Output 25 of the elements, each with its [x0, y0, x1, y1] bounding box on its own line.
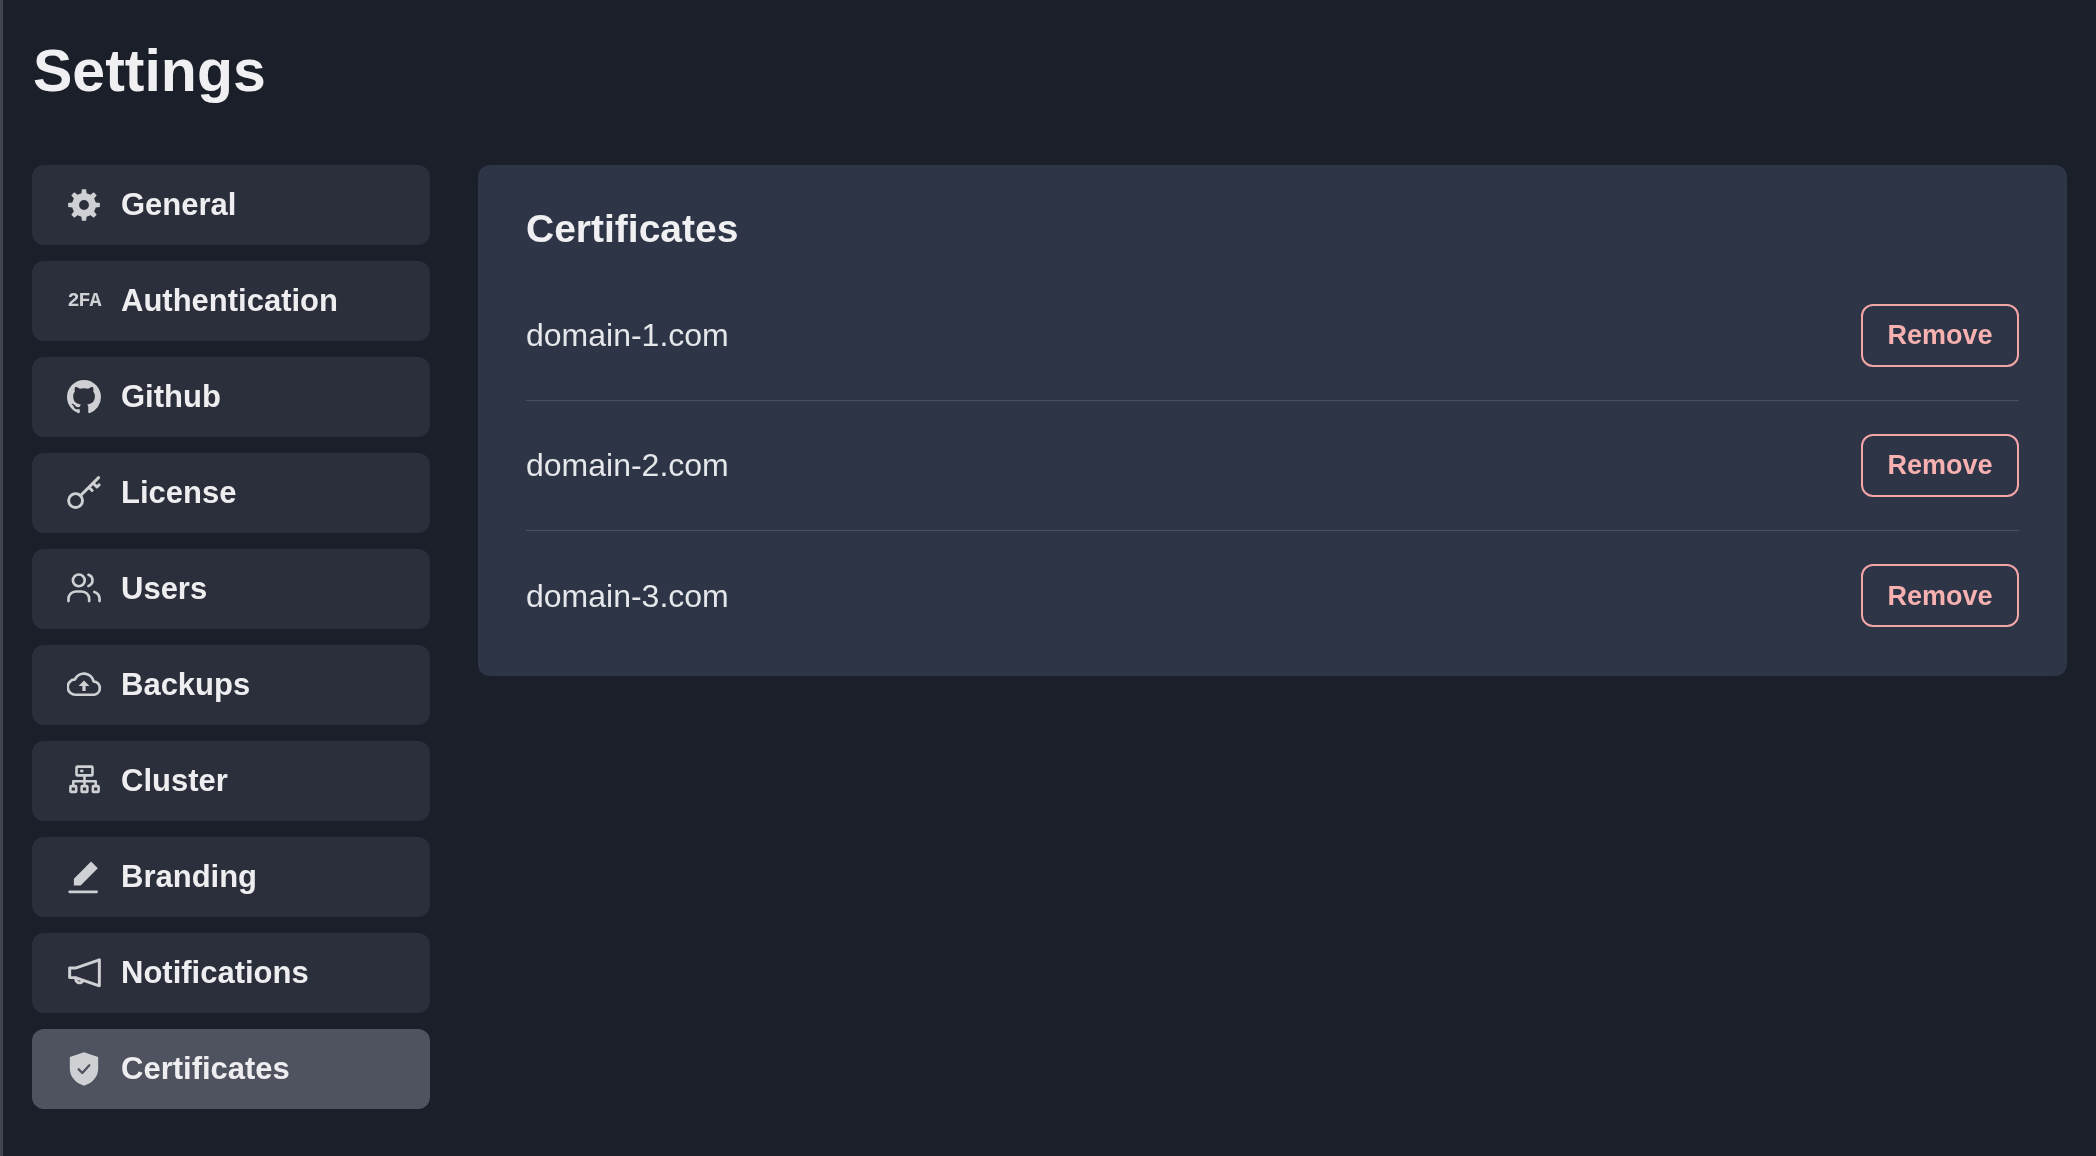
- megaphone-icon: [67, 956, 101, 989]
- domain-name: domain-2.com: [526, 446, 729, 486]
- remove-button[interactable]: Remove: [1861, 433, 2019, 497]
- two-factor-label: 2FA: [67, 290, 101, 311]
- gear-icon: [68, 188, 100, 221]
- sidebar-item[interactable]: Branding: [32, 836, 430, 917]
- pencil-icon: [68, 859, 100, 894]
- sidebar-item[interactable]: Notifications: [32, 932, 430, 1013]
- page-title: Settings: [33, 37, 266, 106]
- sidebar-item[interactable]: Cluster: [32, 740, 430, 821]
- domain-name: domain-1.com: [526, 316, 729, 356]
- shield-check-icon: [69, 1050, 99, 1087]
- key-icon: [67, 475, 101, 510]
- sidebar-item[interactable]: Users: [32, 548, 430, 629]
- sidebar-item[interactable]: Backups: [32, 644, 430, 725]
- sidebar-item[interactable]: License: [32, 452, 430, 533]
- sidebar-item[interactable]: Certificates: [32, 1028, 430, 1109]
- panel-title: Certificates: [526, 205, 739, 252]
- remove-button[interactable]: Remove: [1861, 564, 2019, 628]
- sidebar-item[interactable]: General: [32, 164, 430, 245]
- cloud-upload-icon: [67, 671, 101, 699]
- remove-button[interactable]: Remove: [1861, 303, 2019, 367]
- domain-name: domain-3.com: [526, 576, 729, 616]
- sidebar-item[interactable]: 2FA Authentication: [32, 260, 430, 341]
- sidebar-item[interactable]: Github: [32, 356, 430, 437]
